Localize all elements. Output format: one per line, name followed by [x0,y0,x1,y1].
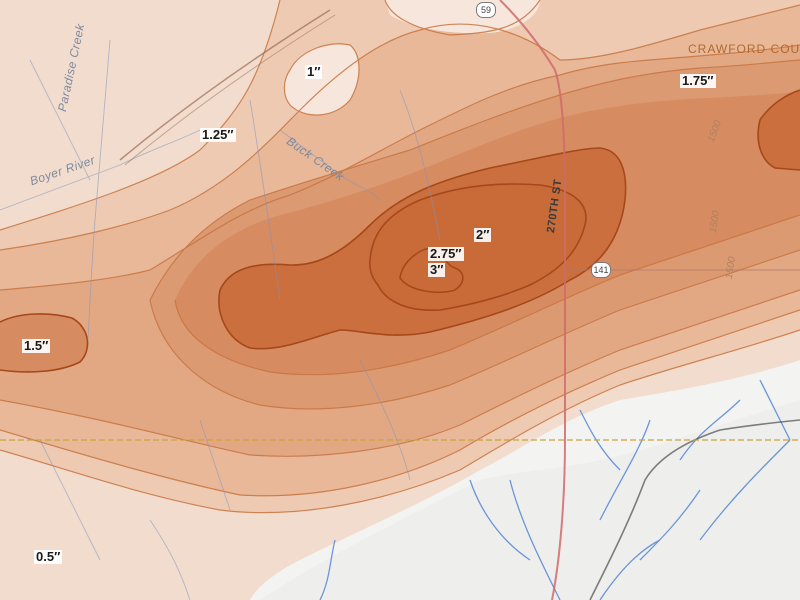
contour-label-1: 1″ [305,64,323,79]
contour-label-3: 3″ [428,262,446,277]
contour-label-1-25: 1.25″ [200,127,236,142]
county-label: CRAWFORD COUN [688,42,800,56]
contour-label-2-75: 2.75″ [428,246,464,261]
contour-label-2: 2″ [474,227,492,242]
contour-label-0-5: 0.5″ [34,549,63,564]
highway-141-shield: 141 [591,262,611,278]
contour-label-1-5: 1.5″ [22,338,51,353]
highway-59-shield: 59 [476,2,496,18]
map-canvas [0,0,800,600]
contour-label-1-75: 1.75″ [680,73,716,88]
precipitation-map[interactable]: CRAWFORD COUN Paradise Creek Boyer River… [0,0,800,600]
